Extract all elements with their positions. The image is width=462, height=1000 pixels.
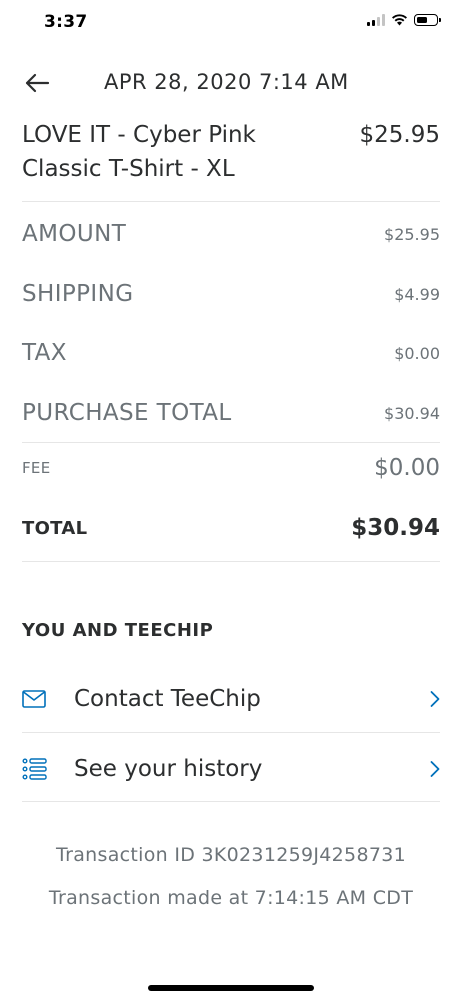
chevron-right-icon [424,689,440,709]
home-indicator[interactable] [148,985,314,991]
transaction-id: Transaction ID 3K0231259J4258731 [56,844,406,866]
tax-label: TAX [22,340,67,366]
contact-merchant-label: Contact TeeChip [74,686,261,712]
status-bar: 3:37 [0,0,462,50]
envelope-icon [22,687,52,711]
back-button[interactable] [20,66,54,100]
transaction-date: APR 28, 2020 7:14 AM [104,70,349,94]
arrow-left-icon [25,73,50,93]
shipping-label: SHIPPING [22,281,134,307]
battery-level [416,16,428,23]
fee-row: FEE $0.00 [22,446,440,490]
total-row: TOTAL $30.94 [22,506,440,550]
section-title: YOU AND TEECHIP [22,620,214,641]
amount-row: AMOUNT $25.95 [22,212,440,256]
chevron-right-icon [424,759,440,779]
product-price: $25.95 [359,122,440,148]
tax-value: $0.00 [394,343,440,363]
tax-row: TAX $0.00 [22,331,440,375]
amount-label: AMOUNT [22,221,127,247]
amount-value: $25.95 [384,224,440,244]
status-icons [367,14,441,26]
divider [22,442,440,443]
signal-bar [382,14,385,26]
cellular-signal-icon [367,14,385,26]
total-value: $30.94 [351,515,440,541]
purchase-total-row: PURCHASE TOTAL $30.94 [22,391,440,435]
total-label: TOTAL [22,517,88,539]
purchase-total-value: $30.94 [384,403,440,423]
list-icon [22,757,52,781]
purchase-total-label: PURCHASE TOTAL [22,400,232,426]
history-link[interactable]: See your history [22,736,440,802]
status-time: 3:37 [44,12,88,32]
header: APR 28, 2020 7:14 AM [0,60,462,106]
signal-bar [367,22,370,26]
contact-merchant-link[interactable]: Contact TeeChip [22,666,440,732]
divider [22,732,440,733]
signal-bar [377,17,380,26]
transaction-detail-screen: 3:37 APR 28, 2020 7:14 AM LOVE IT - Cybe… [0,0,462,1000]
history-label: See your history [74,756,263,782]
product-name: LOVE IT - Cyber Pink Classic T-Shirt - X… [22,122,256,182]
fee-label: FEE [22,459,51,477]
shipping-value: $4.99 [394,284,440,304]
divider [22,561,440,562]
battery-icon [414,14,441,26]
divider [22,201,440,202]
wifi-icon [392,14,407,26]
shipping-row: SHIPPING $4.99 [22,272,440,316]
transaction-time: Transaction made at 7:14:15 AM CDT [48,887,414,909]
divider [22,801,440,802]
fee-value: $0.00 [374,455,440,481]
signal-bar [372,20,375,26]
